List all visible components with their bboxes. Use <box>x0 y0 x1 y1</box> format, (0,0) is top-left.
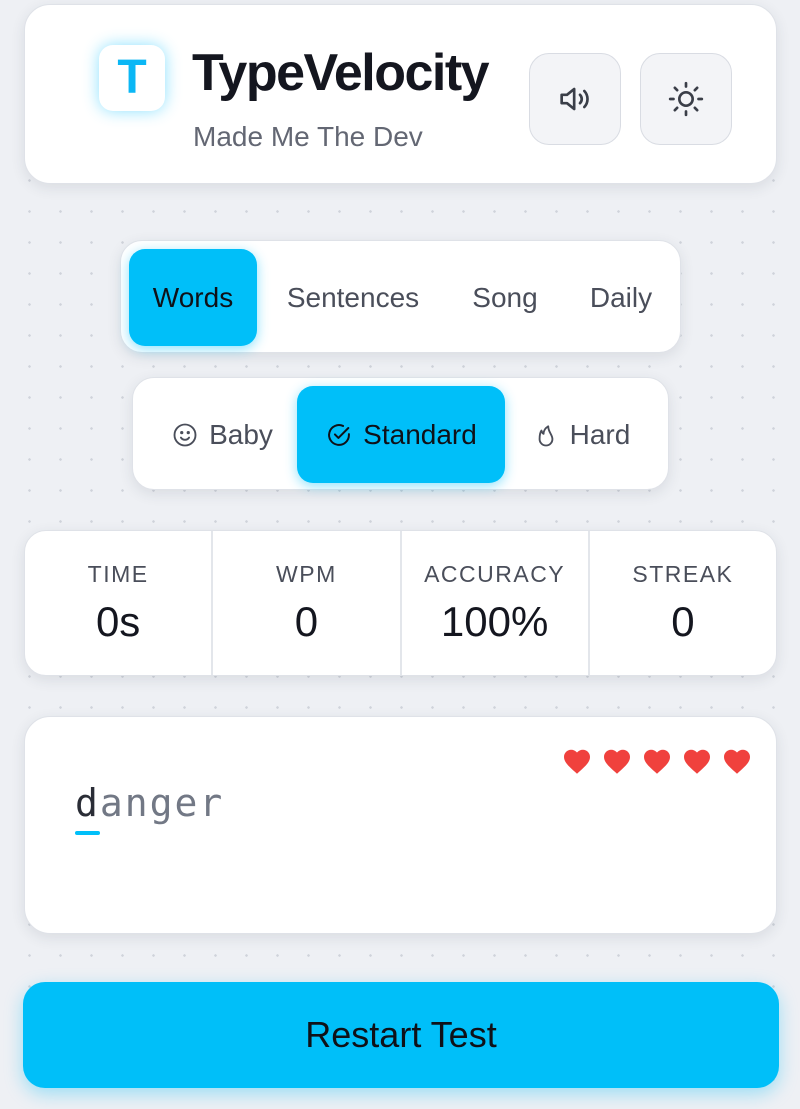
mode-daily-tab[interactable]: Daily <box>569 249 673 346</box>
difficulty-standard-label: Standard <box>363 418 477 450</box>
stat-accuracy-label: ACCURACY <box>424 561 566 587</box>
heart-icon <box>684 749 710 774</box>
stat-wpm: WPM 0 <box>213 531 402 675</box>
heart-icon <box>644 749 670 774</box>
mode-words-tab[interactable]: Words <box>129 249 257 346</box>
app-title: TypeVelocity <box>192 44 490 102</box>
heart-icon <box>604 749 630 774</box>
stat-streak-label: STREAK <box>632 561 734 587</box>
app-header: T TypeVelocity Made Me The Dev <box>24 4 777 184</box>
sun-icon <box>668 81 704 117</box>
mode-song-tab[interactable]: Song <box>449 249 561 346</box>
stats-panel: TIME 0s WPM 0 ACCURACY 100% STREAK 0 <box>24 530 777 676</box>
difficulty-baby-label: Baby <box>209 418 273 450</box>
stat-accuracy-value: 100% <box>440 598 549 645</box>
stat-time-value: 0s <box>95 598 141 645</box>
lives-indicator <box>562 747 752 775</box>
app-logo: T <box>99 45 165 111</box>
stat-time-label: TIME <box>87 561 149 587</box>
mode-sentences-tab[interactable]: Sentences <box>267 249 439 346</box>
heart-icon <box>724 749 750 774</box>
stat-time: TIME 0s <box>25 531 214 675</box>
typing-area[interactable]: danger <box>24 716 777 934</box>
stat-streak: STREAK 0 <box>590 531 776 675</box>
stat-wpm-label: WPM <box>276 561 337 587</box>
logo-letter: T <box>117 51 147 104</box>
flame-icon <box>538 424 553 446</box>
speaker-icon <box>560 87 589 111</box>
sound-toggle-button[interactable] <box>529 53 621 145</box>
mode-daily-label: Daily <box>589 281 653 313</box>
restart-test-button[interactable]: Restart Test <box>23 982 779 1088</box>
difficulty-standard-tab[interactable]: Standard <box>297 386 505 483</box>
mode-sentences-label: Sentences <box>286 281 420 313</box>
stat-streak-value: 0 <box>671 598 695 645</box>
app-subtitle: Made Me The Dev <box>193 121 423 152</box>
target-word: danger <box>75 781 225 835</box>
difficulty-baby-tab[interactable]: Baby <box>147 386 297 483</box>
difficulty-hard-label: Hard <box>569 418 631 450</box>
stat-wpm-value: 0 <box>294 598 319 645</box>
difficulty-hard-tab[interactable]: Hard <box>513 386 649 483</box>
remaining-characters: anger <box>99 781 225 825</box>
smiley-icon <box>173 423 197 446</box>
stat-accuracy: ACCURACY 100% <box>402 531 590 675</box>
mode-song-label: Song <box>472 281 538 313</box>
theme-toggle-button[interactable] <box>640 53 732 145</box>
mode-selector: Words Sentences Song Daily <box>120 240 681 353</box>
heart-icon <box>564 749 590 774</box>
current-character: d <box>75 781 100 835</box>
difficulty-selector: Baby Standard Hard <box>132 377 669 490</box>
mode-words-label: Words <box>152 281 234 313</box>
check-circle-icon <box>328 423 351 446</box>
